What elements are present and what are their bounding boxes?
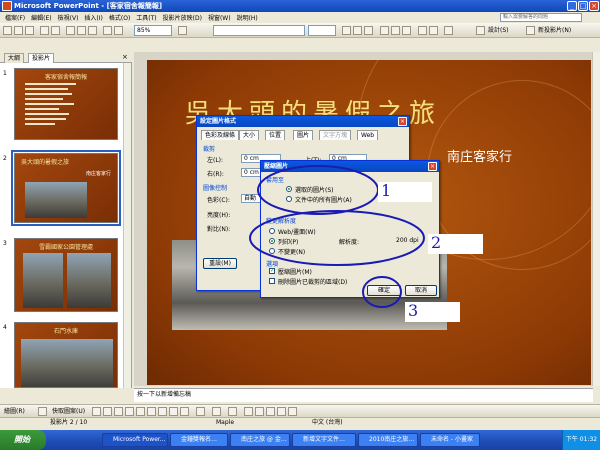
- annotation-number-2: 2: [431, 233, 442, 252]
- line-icon[interactable]: [92, 407, 101, 416]
- autoshapes-menu[interactable]: 快取圖案(U): [52, 407, 85, 416]
- fill-color-icon[interactable]: [196, 407, 205, 416]
- picture-icon[interactable]: [180, 407, 189, 416]
- notes-pane[interactable]: 按一下以新增備忘稿: [134, 388, 593, 402]
- design-template-name: Maple: [216, 419, 235, 426]
- annotation-circle-2: [249, 210, 425, 266]
- taskbar-item[interactable]: Microsoft Power...: [102, 433, 168, 447]
- rectangle-icon[interactable]: [114, 407, 123, 416]
- slide-counter: 投影片 2 / 10: [50, 419, 88, 426]
- annotation-number-3: 3: [408, 301, 419, 320]
- windows-taskbar: 開始 Microsoft Power... 金鐘獎報名… 南庄之旅 @ 金… 新…: [0, 430, 600, 450]
- 3d-icon[interactable]: [288, 407, 297, 416]
- annotation-number-1: 1: [381, 181, 392, 200]
- diagram-icon[interactable]: [158, 407, 167, 416]
- draw-menu[interactable]: 繪圖(R): [4, 407, 25, 416]
- system-clock[interactable]: 下午 01:32: [562, 430, 600, 450]
- taskbar-item[interactable]: 未命名 - 小畫家: [420, 433, 480, 447]
- oval-icon[interactable]: [125, 407, 134, 416]
- line-color-icon[interactable]: [212, 407, 221, 416]
- annotation-circle-1: [257, 165, 379, 215]
- taskbar-item[interactable]: 南庄之旅 @ 金…: [230, 433, 290, 447]
- shadow-icon[interactable]: [277, 407, 286, 416]
- taskbar-item[interactable]: 2010南庄之旅…: [358, 433, 418, 447]
- status-bar: 投影片 2 / 10 Maple 中文 (台灣): [0, 417, 600, 428]
- arrow-icon[interactable]: [103, 407, 112, 416]
- dash-style-icon[interactable]: [255, 407, 264, 416]
- wordart-icon[interactable]: [147, 407, 156, 416]
- text-color-icon[interactable]: [228, 407, 237, 416]
- annotation-overlay: [249, 165, 425, 308]
- start-button[interactable]: 開始: [0, 430, 46, 450]
- line-style-icon[interactable]: [244, 407, 253, 416]
- clipart-icon[interactable]: [169, 407, 178, 416]
- arrow-style-icon[interactable]: [266, 407, 275, 416]
- taskbar-item[interactable]: 金鐘獎報名…: [170, 433, 228, 447]
- select-arrow-icon[interactable]: [38, 407, 47, 416]
- taskbar-item[interactable]: 新增文字文件…: [292, 433, 356, 447]
- drawing-toolbar: 繪圖(R) 快取圖案(U): [0, 404, 600, 417]
- language-indicator: 中文 (台灣): [312, 419, 343, 426]
- annotation-circle-3: [362, 276, 402, 308]
- textbox-icon[interactable]: [136, 407, 145, 416]
